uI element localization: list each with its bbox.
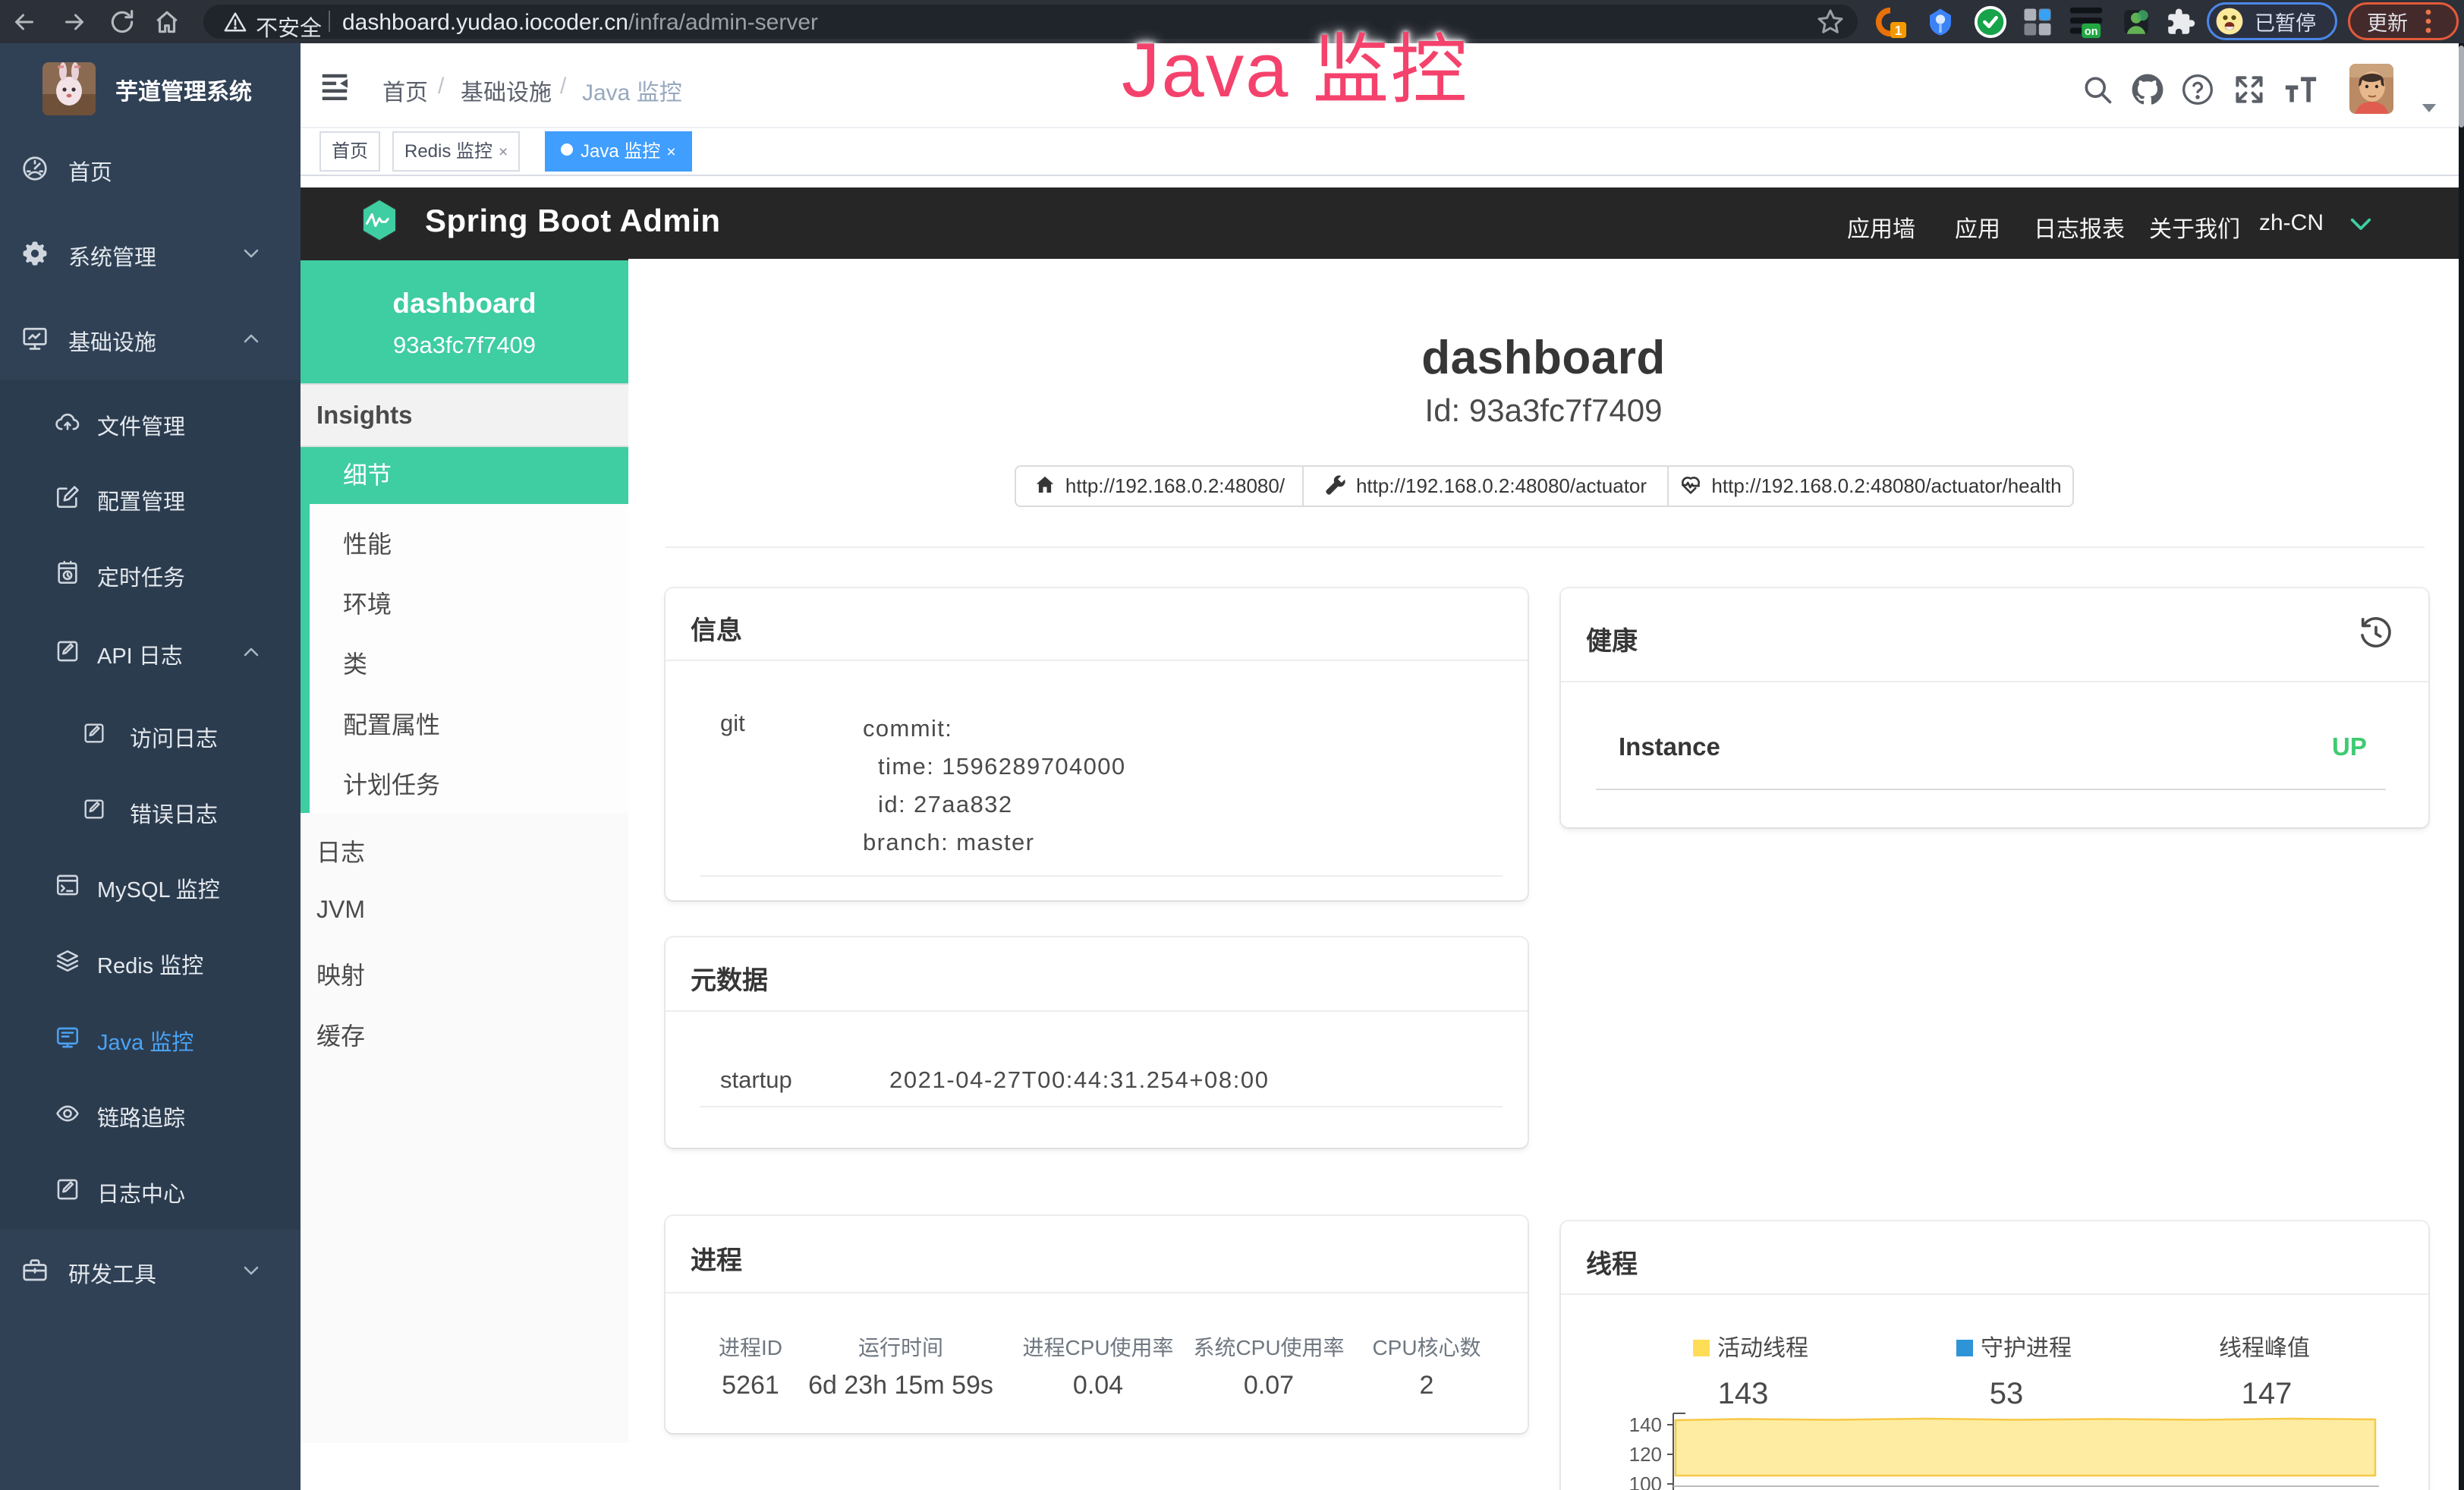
svg-text:120: 120	[1629, 1443, 1662, 1466]
svg-text:on: on	[2085, 26, 2098, 38]
svg-text:1: 1	[1895, 23, 1902, 38]
svg-text:140: 140	[1629, 1413, 1662, 1436]
svg-text:100: 100	[1629, 1473, 1662, 1490]
